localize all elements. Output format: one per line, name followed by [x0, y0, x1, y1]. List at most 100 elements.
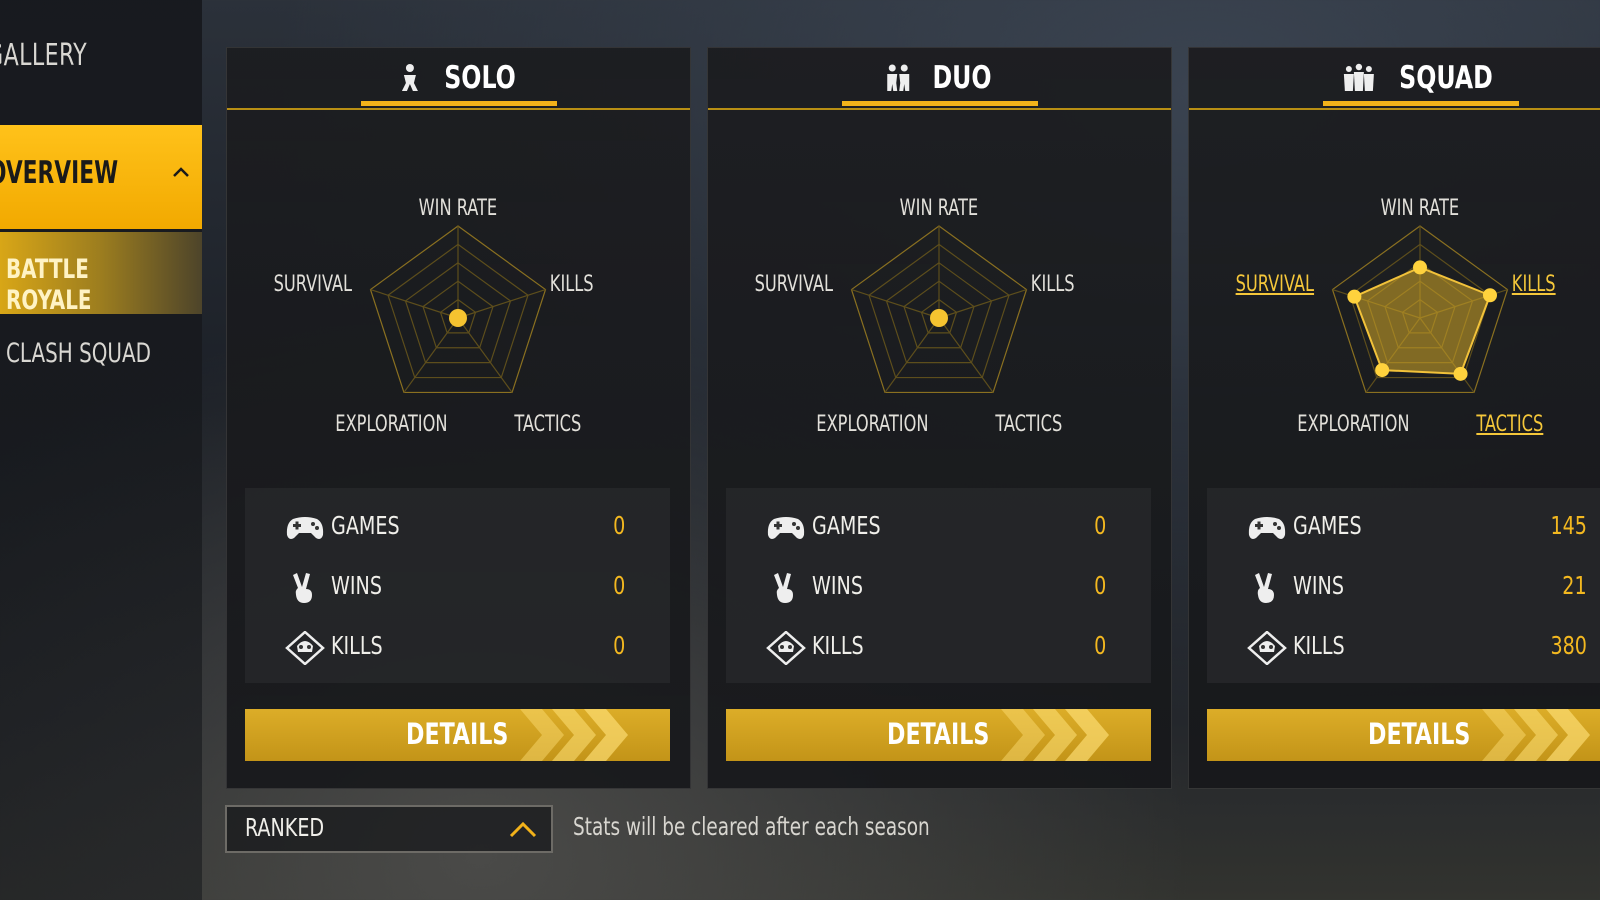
sidebar-item-gallery[interactable]: GALLERY: [0, 38, 87, 73]
panel-header: SOLO: [227, 48, 690, 110]
ranked-dropdown-label: RANKED: [245, 813, 325, 842]
sidebar-item-clash-squad[interactable]: CLASH SQUAD: [6, 338, 151, 369]
season-note: Stats will be cleared after each season: [573, 812, 930, 841]
panel-title: SOLO: [443, 60, 516, 96]
stat-label-wins: WINS: [812, 571, 863, 600]
panel-title: DUO: [931, 60, 992, 96]
details-button-duo[interactable]: DETAILS: [726, 709, 1151, 761]
radar-label-survival: SURVIVAL: [754, 272, 834, 297]
stat-value-wins: 0: [612, 571, 625, 600]
radar-label-exploration: EXPLORATION: [1297, 412, 1410, 437]
radar-center-point: [930, 309, 948, 327]
tab-underline: [841, 101, 1038, 106]
panel-header: SQUAD: [1189, 48, 1600, 110]
duo-players-icon: [886, 64, 909, 91]
stat-label-kills: KILLS: [1293, 631, 1345, 660]
details-button-squad[interactable]: DETAILS: [1207, 709, 1600, 761]
radar-label-survival: SURVIVAL: [273, 272, 353, 297]
gamepad-icon: [767, 517, 805, 539]
sidebar-item-overview[interactable]: OVERVIEW: [0, 125, 202, 229]
radar-point-tactics: [1453, 366, 1468, 381]
stat-value-wins: 0: [1093, 571, 1106, 600]
radar-label-kills: KILLS: [1511, 272, 1556, 297]
stat-value-games: 0: [1093, 511, 1106, 540]
radar-chart: WIN RATE KILLS SURVIVAL EXPLORATION TACT…: [227, 148, 690, 468]
victory-hand-icon: [774, 573, 793, 603]
stat-label-games: GAMES: [331, 511, 400, 540]
stat-label-kills: KILLS: [331, 631, 383, 660]
gamepad-icon: [1248, 517, 1286, 539]
tab-underline: [1322, 101, 1519, 106]
radar-label-win-rate: WIN RATE: [1380, 196, 1460, 221]
radar-label-tactics: TACTICS: [995, 412, 1063, 437]
details-button-label: DETAILS: [1368, 717, 1471, 751]
radar-label-tactics: TACTICS: [1476, 412, 1544, 437]
details-button-label: DETAILS: [406, 717, 509, 751]
stat-label-kills: KILLS: [812, 631, 864, 660]
victory-hand-icon: [1255, 573, 1274, 603]
sidebar-item-battle-royale[interactable]: BATTLE ROYALE: [0, 232, 202, 316]
stat-label-wins: WINS: [331, 571, 382, 600]
solo-player-icon: [401, 64, 418, 91]
stat-value-kills: 0: [612, 631, 625, 660]
gamepad-icon: [286, 517, 324, 539]
radar-chart: WIN RATE KILLS SURVIVAL EXPLORATION TACT…: [708, 148, 1171, 468]
radar-label-survival: SURVIVAL: [1235, 272, 1315, 297]
radar-label-win-rate: WIN RATE: [899, 196, 979, 221]
skull-icon: [1247, 631, 1287, 665]
stat-row-games: GAMES 145: [1247, 508, 1587, 548]
stat-label-games: GAMES: [1293, 511, 1362, 540]
chevron-up-icon: [173, 167, 189, 177]
radar-point-win-rate: [1413, 260, 1427, 275]
radar-axis: [938, 288, 1027, 319]
mode-panel-squad: SQUAD WIN RATE KILLS SURVIVAL EXPLORATIO…: [1188, 47, 1600, 789]
skull-icon: [766, 631, 806, 665]
radar-axis: [457, 317, 513, 393]
radar-label-kills: KILLS: [1030, 272, 1075, 297]
stat-row-wins: WINS 21: [1247, 568, 1587, 608]
stat-value-kills: 0: [1093, 631, 1106, 660]
radar-label-kills: KILLS: [549, 272, 594, 297]
stat-value-games: 0: [612, 511, 625, 540]
radar-axis: [457, 288, 546, 319]
radar-label-exploration: EXPLORATION: [335, 412, 448, 437]
stat-label-wins: WINS: [1293, 571, 1344, 600]
radar-axis: [403, 317, 459, 393]
details-button-solo[interactable]: DETAILS: [245, 709, 670, 761]
radar-axis: [884, 317, 940, 393]
stat-row-wins: WINS 0: [766, 568, 1106, 608]
stat-row-kills: KILLS 380: [1247, 628, 1587, 668]
squad-players-icon: [1343, 63, 1374, 91]
radar-axis: [370, 288, 459, 319]
stat-row-kills: KILLS 0: [766, 628, 1106, 668]
stat-row-wins: WINS 0: [285, 568, 625, 608]
stat-value-kills: 380: [1550, 631, 1587, 660]
radar-axis: [851, 288, 940, 319]
mode-panel-solo: SOLO WIN RATE KILLS SURVIVAL EXPLORATION…: [226, 47, 691, 789]
stats-box: GAMES 145 WINS 21 KILLS 380: [1207, 488, 1600, 683]
stats-box: GAMES 0 WINS 0 KILLS 0: [245, 488, 670, 683]
tab-underline: [360, 101, 557, 106]
ranked-dropdown[interactable]: RANKED: [225, 805, 553, 853]
radar-label-exploration: EXPLORATION: [816, 412, 929, 437]
skull-icon: [285, 631, 325, 665]
radar-chart: WIN RATE KILLS SURVIVAL EXPLORATION TACT…: [1189, 148, 1600, 468]
radar-label-win-rate: WIN RATE: [418, 196, 498, 221]
stats-box: GAMES 0 WINS 0 KILLS 0: [726, 488, 1151, 683]
chevron-up-icon: [509, 821, 537, 838]
radar-point-exploration: [1375, 363, 1390, 378]
stat-row-games: GAMES 0: [766, 508, 1106, 548]
sidebar-item-battle-royale-label: BATTLE ROYALE: [6, 254, 92, 316]
mode-panel-duo: DUO WIN RATE KILLS SURVIVAL EXPLORATION …: [707, 47, 1172, 789]
radar-point-survival: [1347, 289, 1362, 304]
sidebar: GALLERY OVERVIEW BATTLE ROYALE CLASH SQU…: [0, 0, 202, 900]
stat-row-games: GAMES 0: [285, 508, 625, 548]
radar-label-tactics: TACTICS: [514, 412, 582, 437]
stat-value-wins: 21: [1562, 571, 1587, 600]
details-button-label: DETAILS: [887, 717, 990, 751]
stat-row-kills: KILLS 0: [285, 628, 625, 668]
sidebar-item-overview-label: OVERVIEW: [0, 155, 119, 191]
panel-header: DUO: [708, 48, 1171, 110]
victory-hand-icon: [293, 573, 312, 603]
radar-point-kills: [1482, 288, 1497, 303]
